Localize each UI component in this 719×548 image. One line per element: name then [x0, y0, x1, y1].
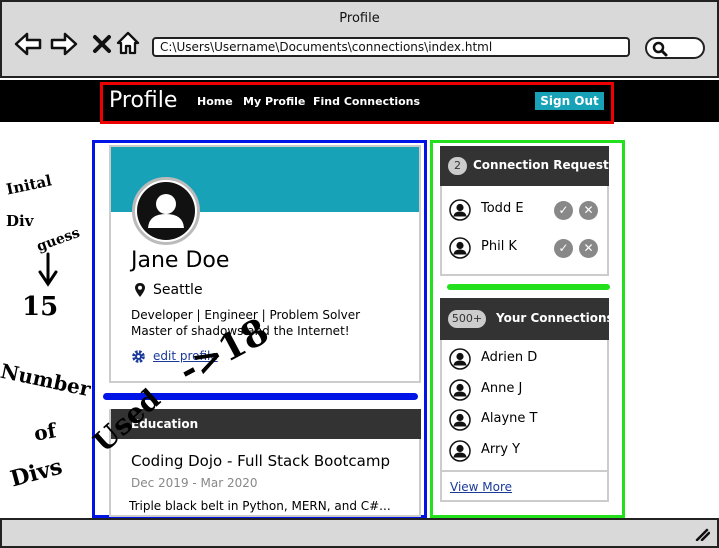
profile-location: Seattle	[153, 282, 203, 298]
back-arrow-icon[interactable]	[14, 30, 42, 58]
avatar	[132, 177, 200, 245]
requests-count-badge: 2	[448, 157, 467, 175]
navbar-annotation-box	[100, 82, 614, 124]
close-icon[interactable]	[88, 30, 116, 58]
annotation-fifteen: 15	[22, 292, 59, 322]
decline-x-icon[interactable]: ✕	[579, 239, 598, 258]
education-school: Coding Dojo - Full Stack Bootcamp	[131, 452, 390, 470]
annotation-div: Div	[6, 212, 34, 230]
green-divider	[447, 284, 610, 290]
annotation-initial: Inital	[4, 171, 54, 199]
annotation-divs: Divs	[7, 453, 66, 493]
your-connections-title: Your Connections	[496, 311, 614, 325]
request-name[interactable]: Todd E	[481, 201, 524, 216]
user-icon	[449, 237, 471, 259]
window-title: Profile	[339, 11, 380, 26]
resize-grip-icon[interactable]	[694, 527, 710, 541]
connection-name[interactable]: Anne J	[481, 381, 522, 396]
view-more-link[interactable]: View More	[450, 480, 512, 494]
connection-name[interactable]: Alayne T	[481, 411, 537, 426]
address-bar[interactable]: C:\Users\Username\Documents\connections\…	[152, 37, 630, 57]
decline-x-icon[interactable]: ✕	[579, 201, 598, 220]
user-icon	[137, 182, 195, 240]
forward-arrow-icon[interactable]	[50, 30, 78, 58]
annotation-number: Number	[0, 358, 93, 402]
user-icon	[449, 348, 471, 370]
connection-requests-title: Connection Requests	[473, 158, 616, 172]
connections-count-badge: 500+	[448, 310, 486, 328]
user-icon	[449, 379, 471, 401]
user-icon	[449, 440, 471, 462]
profile-name: Jane Doe	[131, 248, 230, 273]
down-arrow-annotation	[38, 252, 58, 287]
search-icon	[652, 41, 668, 57]
gear-icon[interactable]	[131, 349, 146, 364]
connection-name[interactable]: Adrien D	[481, 350, 537, 365]
accept-check-icon[interactable]: ✓	[554, 201, 573, 220]
user-icon	[449, 409, 471, 431]
home-icon[interactable]	[114, 29, 142, 57]
annotation-of: of	[32, 418, 58, 446]
user-icon	[449, 199, 471, 221]
annotation-guess: guess	[34, 224, 83, 256]
browser-search-box[interactable]	[645, 37, 705, 59]
divider	[440, 470, 609, 472]
accept-check-icon[interactable]: ✓	[554, 239, 573, 258]
browser-status-bar	[0, 518, 719, 548]
request-name[interactable]: Phil K	[481, 239, 517, 254]
connection-name[interactable]: Arry Y	[481, 442, 520, 457]
education-dates: Dec 2019 - Mar 2020	[131, 476, 258, 490]
education-description: Triple black belt in Python, MERN, and C…	[129, 499, 391, 513]
map-pin-icon	[135, 283, 145, 297]
